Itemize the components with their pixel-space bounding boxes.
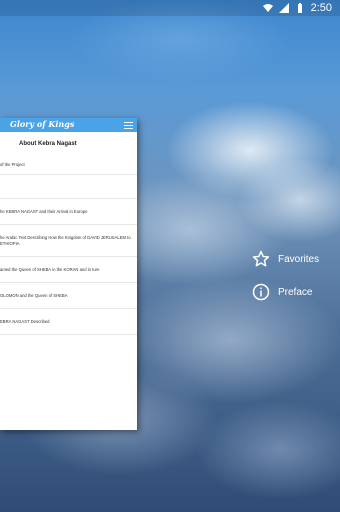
status-time: 2:50 bbox=[310, 2, 332, 14]
status-bar: 2:50 bbox=[0, 0, 340, 16]
signal-icon bbox=[278, 3, 289, 13]
navigation-drawer: Glory of Kings About Kebra Nagast of the… bbox=[0, 118, 137, 430]
list-item[interactable]: he KEBRA NAGAST and their Arrival in Eur… bbox=[0, 199, 137, 225]
list-item-label: he KEBRA NAGAST and their Arrival in Eur… bbox=[0, 208, 88, 214]
favorites-label: Favorites bbox=[278, 253, 320, 265]
list-item-label: amed the Queen of SHEBA in the KORAN and… bbox=[0, 266, 100, 272]
preface-item[interactable]: Preface bbox=[252, 283, 312, 301]
list-item-label: he Arabic Text Describing How the Kingdo… bbox=[0, 235, 131, 246]
list-item[interactable]: he Arabic Text Describing How the Kingdo… bbox=[0, 225, 137, 257]
list-item-label: EBRA NAGAST Described bbox=[0, 318, 50, 324]
favorites-item[interactable]: Favorites bbox=[252, 250, 319, 268]
battery-icon bbox=[297, 3, 302, 13]
list-item[interactable]: amed the Queen of SHEBA in the KORAN and… bbox=[0, 257, 137, 283]
list-item-label: of the Project bbox=[0, 161, 25, 167]
list-item[interactable]: of the Project bbox=[0, 155, 137, 175]
list-item-label: OLOMON and the Queen of SHEBA bbox=[0, 292, 68, 298]
info-icon bbox=[252, 283, 270, 301]
drawer-header: Glory of Kings bbox=[0, 118, 137, 132]
hamburger-menu-icon[interactable] bbox=[124, 120, 133, 130]
drawer-title: Glory of Kings bbox=[10, 119, 75, 129]
wifi-icon bbox=[262, 4, 273, 12]
preface-label: Preface bbox=[278, 286, 313, 298]
star-outline-icon bbox=[252, 250, 270, 267]
section-title: About Kebra Nagast bbox=[19, 141, 77, 147]
list-item[interactable] bbox=[0, 175, 137, 199]
list-item[interactable]: OLOMON and the Queen of SHEBA bbox=[0, 283, 137, 309]
list-item[interactable]: EBRA NAGAST Described bbox=[0, 309, 137, 335]
